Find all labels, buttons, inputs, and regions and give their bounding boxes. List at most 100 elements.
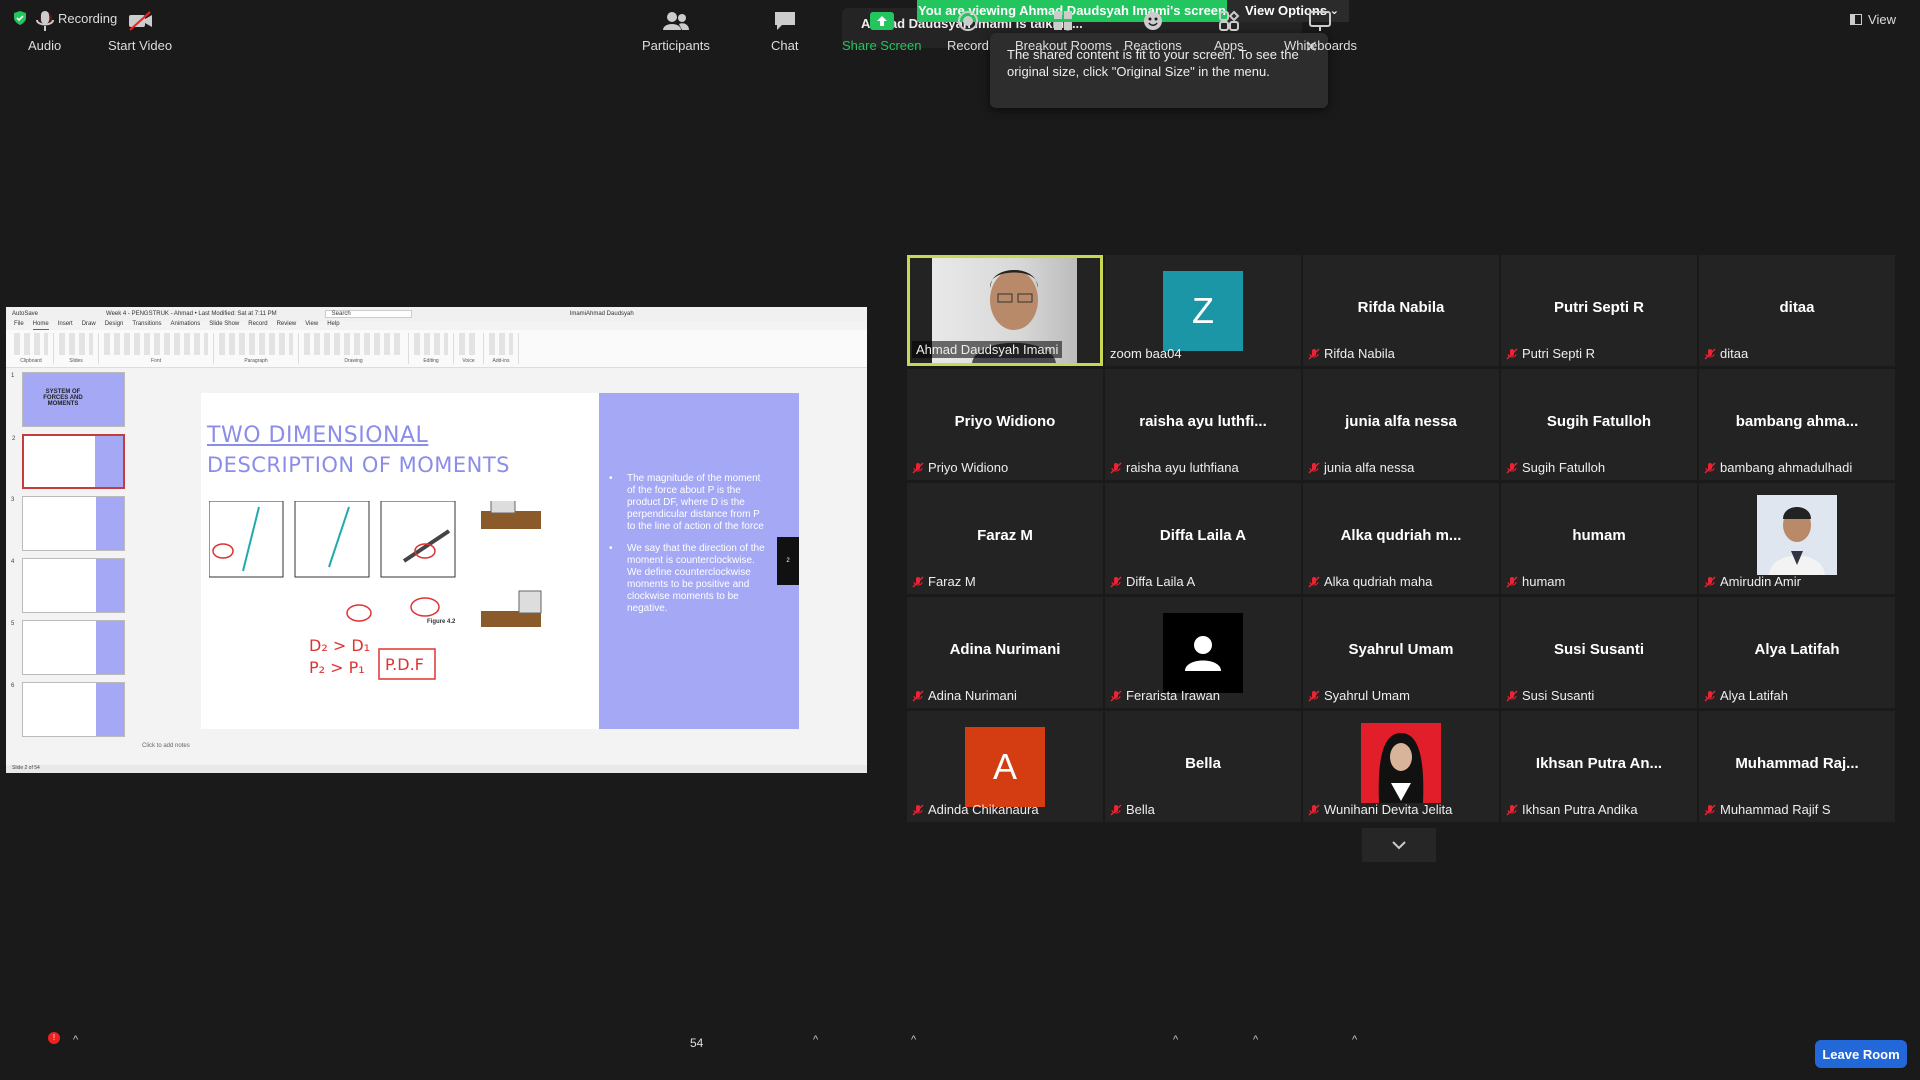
whiteboards-button[interactable]: Whiteboards: [1284, 10, 1357, 53]
current-slide[interactable]: TWO DIMENSIONAL DESCRIPTION OF MOMENTS D…: [201, 393, 799, 729]
slide-nav-strip[interactable]: 2: [777, 537, 799, 585]
share-caret-icon[interactable]: ^: [911, 1034, 916, 1046]
video-off-icon: [129, 11, 153, 31]
ppt-menu-item[interactable]: Transitions: [132, 321, 161, 330]
search-box[interactable]: Search: [324, 310, 412, 318]
participant-tile[interactable]: Alka qudriah m... Alka qudriah maha: [1303, 483, 1499, 594]
participant-tile[interactable]: A Adinda Chikanaura: [907, 711, 1103, 822]
participant-name-text: Alka qudriah maha: [1324, 574, 1433, 589]
participant-tile[interactable]: Adina Nurimani Adina Nurimani: [907, 597, 1103, 708]
ribbon-group[interactable]: Paragraph: [219, 333, 299, 364]
participant-tile[interactable]: Amirudin Amir: [1699, 483, 1895, 594]
slide-thumb-1[interactable]: 1 SYSTEM OF FORCES AND MOMENTS: [11, 372, 125, 427]
participant-tile[interactable]: Susi Susanti Susi Susanti: [1501, 597, 1697, 708]
participant-tile[interactable]: raisha ayu luthfi... raisha ayu luthfiana: [1105, 369, 1301, 480]
ppt-menu-item[interactable]: Animations: [171, 321, 201, 330]
participant-name-label: Alka qudriah maha: [1308, 574, 1432, 589]
participant-tile[interactable]: Bella Bella: [1105, 711, 1301, 822]
participant-tile[interactable]: Ferarista Irawan: [1105, 597, 1301, 708]
participant-tile[interactable]: humam humam: [1501, 483, 1697, 594]
ppt-menu-item[interactable]: Slide Show: [209, 321, 239, 330]
shared-screen-powerpoint[interactable]: AutoSave Week 4 - PENGSTRUK - Ahmad • La…: [6, 307, 867, 773]
participant-name-label: Ikhsan Putra Andika: [1506, 802, 1638, 817]
whiteboards-caret-icon[interactable]: ^: [1352, 1034, 1357, 1046]
audio-caret-icon[interactable]: ^: [73, 1034, 78, 1046]
ppt-menu-item[interactable]: File: [14, 321, 24, 330]
participant-tile[interactable]: Ahmad Daudsyah Imami: [907, 255, 1103, 366]
reactions-button[interactable]: Reactions: [1124, 10, 1182, 53]
participant-name-label: Bella: [1110, 802, 1155, 817]
ribbon-group[interactable]: Font: [104, 333, 214, 364]
ppt-menu-item[interactable]: Record: [248, 321, 267, 330]
ppt-menu-item[interactable]: Design: [105, 321, 124, 330]
ppt-menu-item[interactable]: Review: [277, 321, 297, 330]
participant-tile[interactable]: Priyo Widiono Priyo Widiono: [907, 369, 1103, 480]
apps-caret-icon[interactable]: ^: [1253, 1034, 1258, 1046]
audio-button[interactable]: Audio: [28, 10, 61, 53]
ribbon-group[interactable]: Drawing: [304, 333, 409, 364]
participant-name-label: Amirudin Amir: [1704, 574, 1801, 589]
participant-tile[interactable]: Zzoom baa04: [1105, 255, 1301, 366]
reactions-label: Reactions: [1124, 38, 1182, 53]
ribbon-group[interactable]: Slides: [59, 333, 99, 364]
participants-button[interactable]: Participants: [642, 10, 710, 53]
ribbon-group[interactable]: Add-ins: [489, 333, 519, 364]
participant-tile[interactable]: Syahrul Umam Syahrul Umam: [1303, 597, 1499, 708]
participant-tile[interactable]: Rifda Nabila Rifda Nabila: [1303, 255, 1499, 366]
ribbon-group[interactable]: Voice: [459, 333, 484, 364]
participant-tile[interactable]: Muhammad Raj... Muhammad Rajif S: [1699, 711, 1895, 822]
participant-tile[interactable]: Ikhsan Putra An... Ikhsan Putra Andika: [1501, 711, 1697, 822]
start-video-button[interactable]: Start Video: [108, 10, 172, 53]
record-button[interactable]: Record: [947, 10, 989, 53]
participant-name-label: humam: [1506, 574, 1565, 589]
slide-thumb-6[interactable]: 6: [11, 682, 125, 737]
participant-tile[interactable]: ditaa ditaa: [1699, 255, 1895, 366]
participant-name-label: zoom baa04: [1110, 346, 1182, 361]
autosave-label[interactable]: AutoSave: [12, 311, 38, 317]
participant-name-text: Bella: [1126, 802, 1155, 817]
view-button[interactable]: View: [1850, 12, 1896, 27]
chat-label: Chat: [771, 38, 799, 53]
ribbon-group[interactable]: Clipboard: [14, 333, 54, 364]
reactions-caret-icon[interactable]: ^: [1173, 1034, 1178, 1046]
muted-mic-icon: [1506, 690, 1518, 701]
muted-mic-icon: [912, 690, 924, 701]
participant-name-text: Alya Latifah: [1720, 688, 1788, 703]
participant-name-text: Rifda Nabila: [1324, 346, 1395, 361]
muted-mic-icon: [1506, 804, 1518, 815]
ribbon-group[interactable]: Editing: [414, 333, 454, 364]
slide-notes[interactable]: Click to add notes: [142, 743, 190, 749]
breakout-rooms-label: Breakout Rooms: [1015, 38, 1112, 53]
share-screen-button[interactable]: Share Screen: [842, 10, 922, 53]
ppt-menu-item[interactable]: View: [305, 321, 318, 330]
breakout-rooms-icon: [1054, 11, 1073, 30]
participant-tile[interactable]: bambang ahma... bambang ahmadulhadi: [1699, 369, 1895, 480]
chat-button[interactable]: Chat: [771, 10, 798, 53]
participant-tile[interactable]: Sugih Fatulloh Sugih Fatulloh: [1501, 369, 1697, 480]
slide-thumb-2[interactable]: 2: [12, 434, 125, 489]
chat-caret-icon[interactable]: ^: [813, 1034, 818, 1046]
muted-mic-icon: [1110, 576, 1122, 587]
ppt-menu-item[interactable]: Help: [327, 321, 339, 330]
participant-name-text: ditaa: [1720, 346, 1749, 361]
slide-thumb-3[interactable]: 3: [11, 496, 125, 551]
ppt-menu-item[interactable]: Insert: [58, 321, 73, 330]
apps-button[interactable]: Apps: [1214, 10, 1244, 53]
document-title: Week 4 - PENGSTRUK - Ahmad • Last Modifi…: [106, 311, 277, 317]
slide-thumbnails[interactable]: 1 SYSTEM OF FORCES AND MOMENTS 2 3 4 5 6: [6, 368, 136, 756]
participant-tile[interactable]: junia alfa nessa junia alfa nessa: [1303, 369, 1499, 480]
participant-tile[interactable]: Wunihani Devita Jelita: [1303, 711, 1499, 822]
participants-icon: [662, 12, 689, 30]
participant-tile[interactable]: Faraz M Faraz M: [907, 483, 1103, 594]
ppt-menu-item[interactable]: Home: [32, 321, 49, 330]
participant-tile[interactable]: Putri Septi R Putri Septi R: [1501, 255, 1697, 366]
slide-thumb-5[interactable]: 5: [11, 620, 125, 675]
muted-mic-icon: [912, 462, 924, 473]
slide-thumb-4[interactable]: 4: [11, 558, 125, 613]
leave-room-button[interactable]: Leave Room: [1815, 1040, 1907, 1068]
gallery-more-button[interactable]: [1362, 828, 1436, 862]
participant-tile[interactable]: Alya Latifah Alya Latifah: [1699, 597, 1895, 708]
participant-tile[interactable]: Diffa Laila A Diffa Laila A: [1105, 483, 1301, 594]
ppt-menu-item[interactable]: Draw: [82, 321, 96, 330]
breakout-rooms-button[interactable]: Breakout Rooms: [1015, 10, 1112, 53]
